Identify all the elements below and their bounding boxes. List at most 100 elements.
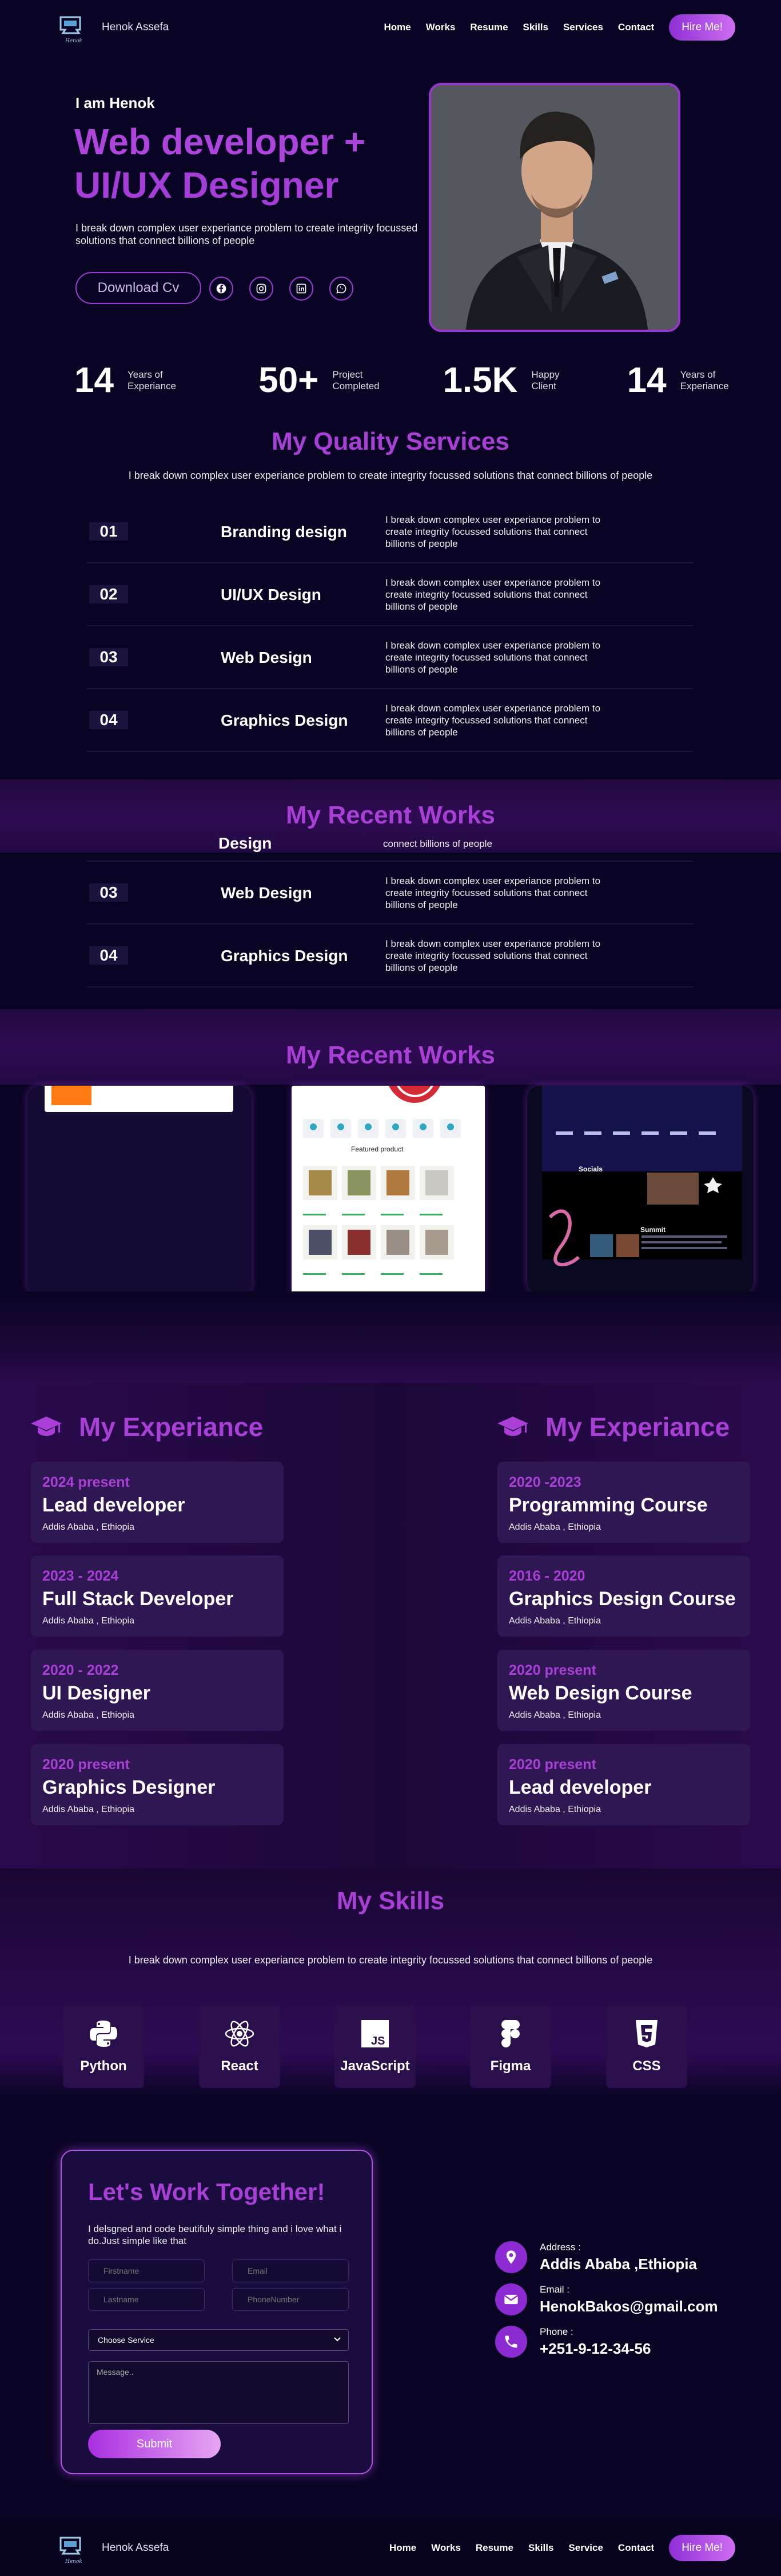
work-card[interactable]: Featured product (292, 1086, 485, 1295)
nav-works[interactable]: Works (426, 22, 456, 33)
event-preview: Socials Summit (527, 1086, 754, 1294)
linkedin-icon[interactable] (289, 277, 313, 301)
footer: Henok Henok Assefa Home Works Resume Ski… (0, 2520, 781, 2576)
service-number: 02 (89, 585, 128, 603)
footer-nav-service[interactable]: Service (568, 2542, 603, 2554)
experience-role: Lead developer (42, 1494, 185, 1516)
stats-bar: 14 Years of Experiance 50+ Project Complet… (74, 360, 738, 401)
graduation-cap-icon (497, 1417, 528, 1436)
experience-card: 2020 -2023 Programming Course Addis Abab… (497, 1462, 750, 1543)
experience-location: Addis Ababa , Ethiopia (42, 1616, 135, 1626)
brand-name[interactable]: Henok Assefa (102, 21, 169, 34)
contact-address: Address : Addis Ababa ,Ethiopia (495, 2241, 697, 2273)
facebook-icon[interactable] (209, 277, 233, 301)
skill-label: CSS (632, 2058, 661, 2074)
service-row[interactable]: 02 UI/UX Design I break down complex use… (87, 563, 693, 626)
address-label: Address : (540, 2241, 581, 2253)
services-title: My Quality Services (272, 427, 509, 455)
experience-card: 2020 present Graphics Designer Addis Aba… (31, 1744, 284, 1825)
stat-item: 14 Years of Experiance (74, 360, 258, 401)
experience-years: 2020 present (509, 1662, 596, 1678)
experience-card: 2016 - 2020 Graphics Design Course Addis… (497, 1555, 750, 1637)
message-textarea[interactable]: Message.. (88, 2361, 349, 2424)
phone-value[interactable]: +251-9-12-34-56 (540, 2340, 651, 2358)
experience-role: Graphics Design Course (509, 1588, 736, 1610)
submit-button[interactable]: Submit (88, 2430, 221, 2458)
contact-description: I delsgned and code beutifuly simple thi… (88, 2223, 342, 2246)
service-desc: I break down complex user experiance pro… (385, 514, 601, 549)
email-value[interactable]: HenokBakos@gmail.com (540, 2298, 718, 2315)
skills-subtitle: I break down complex user experiance pro… (128, 1954, 653, 1966)
logo-icon: Henok (59, 2537, 82, 2565)
svg-text:JS: JS (371, 2035, 385, 2047)
experience-card: 2020 present Web Design Course Addis Aba… (497, 1650, 750, 1731)
service-desc: I break down complex user experiance pro… (385, 938, 601, 973)
download-cv-button[interactable]: Download Cv (75, 272, 201, 304)
services-list: 01 Branding design I break down complex … (87, 501, 693, 752)
stat-label: Happy Client (531, 369, 560, 391)
experience-role: Programming Course (509, 1494, 708, 1516)
email-field[interactable] (232, 2259, 349, 2282)
hero-intro: I am Henok (75, 94, 155, 111)
service-row[interactable]: 03 Web Design I break down complex user … (87, 862, 693, 925)
mail-icon (495, 2283, 527, 2315)
work-card[interactable]: Socials Summit (527, 1086, 754, 1294)
experience-role: UI Designer (42, 1682, 150, 1704)
nav-resume[interactable]: Resume (470, 22, 508, 33)
logo[interactable]: Henok (57, 13, 82, 44)
footer-logo[interactable]: Henok (57, 2533, 82, 2565)
contact-email: Email : HenokBakos@gmail.com (495, 2283, 718, 2315)
service-row[interactable]: 04 Graphics Design I break down complex … (87, 689, 693, 752)
nav-contact[interactable]: Contact (618, 22, 654, 33)
service-name: Design (218, 834, 272, 852)
service-name: Web Design (221, 648, 312, 666)
service-row[interactable]: 04 Graphics Design I break down complex … (87, 925, 693, 987)
firstname-field[interactable] (88, 2259, 205, 2282)
email-label: Email : (540, 2283, 569, 2295)
experience-role: Full Stack Developer (42, 1588, 234, 1610)
nav-menu: Home Works Resume Skills Services Contac… (384, 14, 735, 41)
experience-years: 2020 -2023 (509, 1474, 581, 1490)
nav-skills[interactable]: Skills (523, 22, 548, 33)
contact-phone: Phone : +251-9-12-34-56 (495, 2326, 651, 2358)
footer-nav-works[interactable]: Works (431, 2542, 461, 2554)
stat-label: Years of Experiance (680, 369, 729, 391)
stat-number: 14 (627, 361, 667, 400)
experience-years: 2024 present (42, 1474, 130, 1490)
service-number: 04 (89, 946, 128, 965)
chevron-down-icon (333, 2335, 341, 2345)
hire-me-button[interactable]: Hire Me! (669, 14, 735, 41)
footer-brand-name[interactable]: Henok Assefa (102, 2542, 169, 2554)
experience-card: 2020 - 2022 UI Designer Addis Ababa , Et… (31, 1650, 284, 1731)
top-nav: Henok Henok Assefa Home Works Resume Ski… (0, 0, 781, 55)
instagram-icon[interactable] (249, 277, 273, 301)
service-desc: I break down complex user experiance pro… (385, 875, 601, 910)
footer-nav-resume[interactable]: Resume (476, 2542, 513, 2554)
service-select[interactable]: Choose Service (88, 2329, 349, 2351)
footer-hire-me-button[interactable]: Hire Me! (669, 2535, 735, 2561)
footer-nav-skills[interactable]: Skills (528, 2542, 553, 2554)
footer-nav-contact[interactable]: Contact (618, 2542, 654, 2554)
stat-item: 50+ Project Completed (258, 360, 443, 401)
address-value: Addis Ababa ,Ethiopia (540, 2255, 697, 2273)
logo-icon: Henok (59, 16, 82, 44)
service-row[interactable]: Design connect billions of people (87, 834, 693, 862)
social-links (209, 277, 353, 301)
nav-services[interactable]: Services (563, 22, 603, 33)
service-name: Branding design (221, 522, 347, 541)
whatsapp-icon[interactable] (329, 277, 353, 301)
service-row[interactable]: 03 Web Design I break down complex user … (87, 626, 693, 689)
experience-location: Addis Ababa , Ethiopia (509, 1805, 601, 1814)
phone-field[interactable] (232, 2288, 349, 2311)
lastname-field[interactable] (88, 2288, 205, 2311)
work-preview (45, 1086, 233, 1112)
nav-home[interactable]: Home (384, 22, 411, 33)
service-row[interactable]: 01 Branding design I break down complex … (87, 501, 693, 563)
svg-text:Henok: Henok (65, 38, 82, 44)
experience-role: Graphics Designer (42, 1777, 216, 1798)
hero-description: I break down complex user experiance pro… (75, 222, 418, 246)
svg-text:Summit: Summit (640, 1226, 666, 1234)
work-card[interactable] (27, 1086, 252, 1296)
footer-nav-home[interactable]: Home (389, 2542, 416, 2554)
javascript-icon: JS (361, 2020, 389, 2047)
